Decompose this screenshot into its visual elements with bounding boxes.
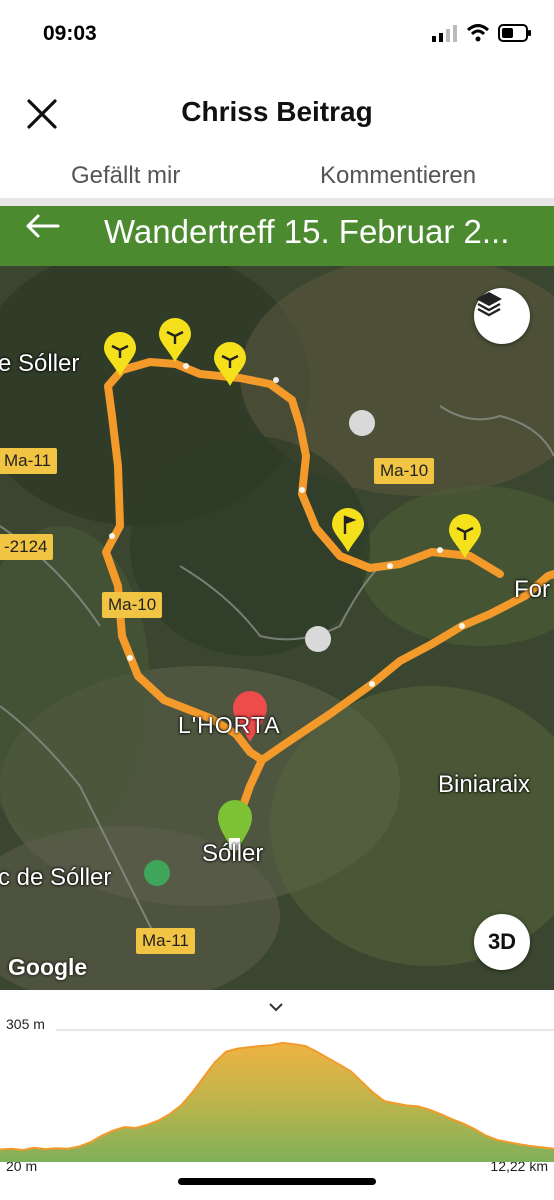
battery-icon [498, 24, 532, 47]
road-label: -2124 [0, 534, 54, 560]
place-label: L'HORTA [178, 712, 281, 738]
road-label: Ma-11 [136, 928, 195, 954]
wifi-icon [466, 24, 490, 47]
status-icons [432, 24, 532, 47]
binoculars-icon [349, 410, 375, 436]
elevation-chart [0, 1029, 554, 1162]
road-label: Ma-10 [374, 458, 435, 484]
layers-icon [476, 292, 502, 317]
signal-icon [432, 24, 458, 47]
home-indicator [178, 1178, 376, 1185]
divider [0, 198, 554, 206]
elevation-profile[interactable]: 305 m 20 m 12,22 km [0, 990, 554, 1200]
tab-comment[interactable]: Kommentieren [320, 162, 476, 190]
tour-title: Wandertreff 15. Februar 2... [104, 213, 510, 250]
google-attribution: Google [8, 954, 88, 980]
building-icon [305, 626, 331, 652]
place-label: e Sóller [0, 350, 80, 377]
three-d-button[interactable]: 3D [474, 914, 530, 970]
place-label: Sóller [202, 840, 264, 867]
road-label: Ma-11 [0, 448, 57, 474]
place-label: c de Sóller [0, 864, 112, 891]
route-map[interactable]: e Sóller L'HORTA Biniaraix Sóller c de S… [0, 266, 554, 990]
park-icon [144, 860, 170, 886]
road-label: Ma-10 [102, 592, 163, 618]
back-arrow-icon [26, 214, 60, 238]
action-tabs: Gefällt mir Kommentieren [0, 156, 554, 198]
back-button[interactable] [20, 208, 70, 244]
tab-like[interactable]: Gefällt mir [71, 162, 180, 190]
status-time: 09:03 [43, 22, 97, 45]
status-bar: 09:03 [0, 0, 554, 70]
place-label: Biniaraix [438, 771, 531, 798]
page-title: Chriss Beitrag [181, 96, 373, 127]
place-label: For [514, 576, 550, 603]
layers-button[interactable] [474, 288, 530, 344]
